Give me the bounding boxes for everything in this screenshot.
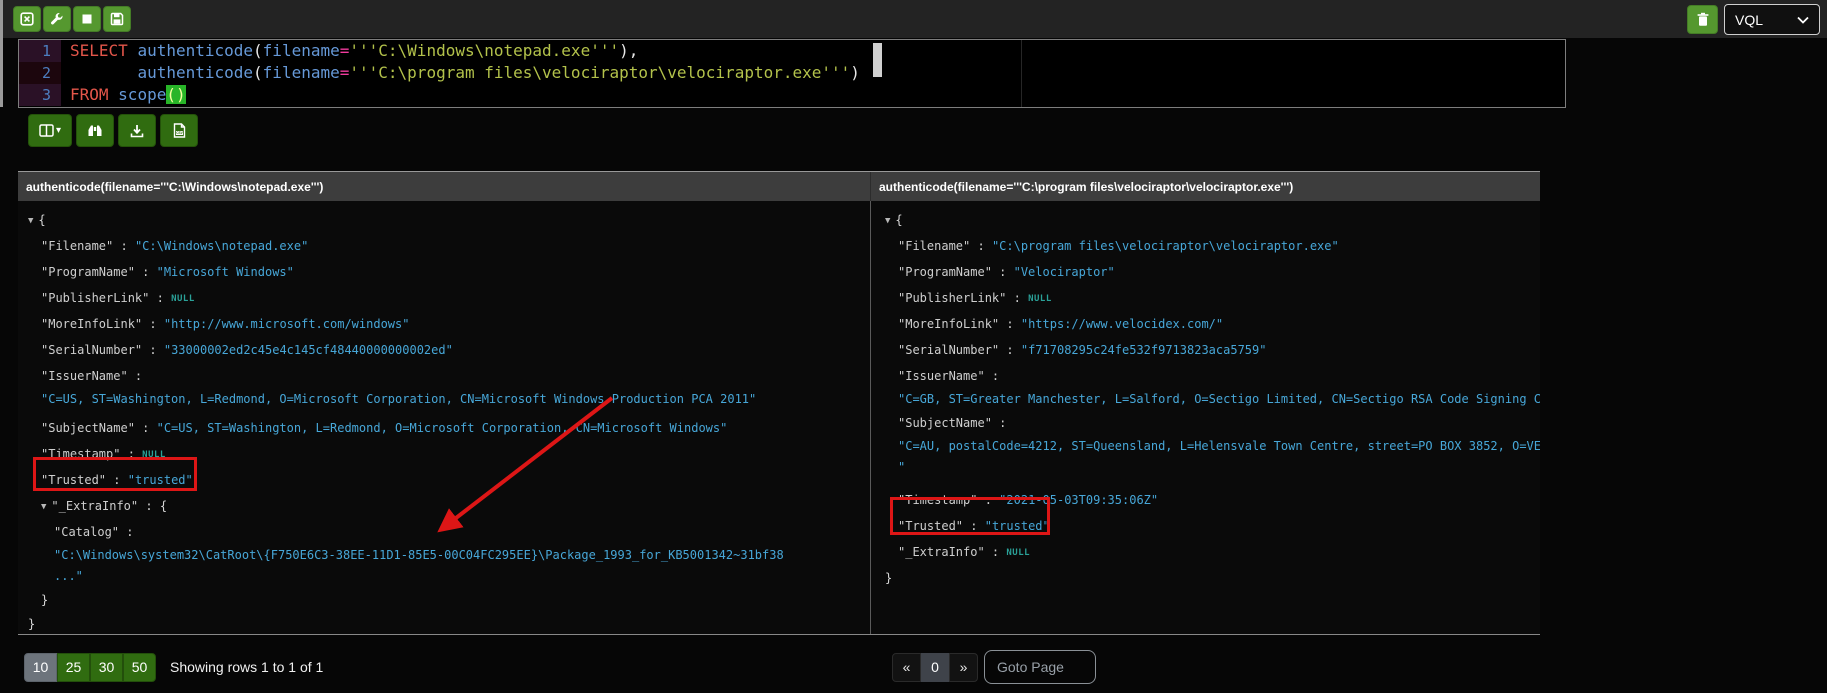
inspect-raw-button[interactable] [76, 114, 114, 147]
json-line: ▼"_ExtraInfo" : { [18, 493, 870, 519]
json-cell-velociraptor: ▼{"Filename" : "C:\program files\velocir… [871, 201, 1540, 634]
results-body: ▼{"Filename" : "C:\Windows\notepad.exe""… [18, 201, 1540, 635]
page-size-group: 10253050 [24, 653, 156, 682]
json-cell-notepad: ▼{"Filename" : "C:\Windows\notepad.exe""… [18, 201, 871, 634]
trash-button[interactable] [1687, 5, 1718, 34]
print-margin [1021, 40, 1022, 107]
editor-lines: 1SELECT authenticode(filename='''C:\Wind… [19, 40, 1565, 106]
editor-code-line: 1SELECT authenticode(filename='''C:\Wind… [19, 40, 1565, 62]
json-line: "C=GB, ST=Greater Manchester, L=Salford,… [875, 389, 1540, 410]
json-line: "MoreInfoLink" : "https://www.velocidex.… [875, 311, 1540, 337]
page-size-button-30[interactable]: 30 [90, 653, 123, 682]
svg-text:CSV: CSV [176, 131, 183, 135]
json-line: "MoreInfoLink" : "http://www.microsoft.c… [18, 311, 870, 337]
current-page-indicator[interactable]: 0 [921, 653, 949, 682]
delete-cell-button[interactable] [13, 6, 41, 32]
velociraptor-notebook-screen: VQL 1SELECT authenticode(filename='''C:\… [0, 0, 1827, 693]
expander-icon[interactable]: ▼ [41, 502, 46, 512]
editor-code-line: 3FROM scope() [19, 84, 1565, 106]
results-header-row: authenticode(filename='''C:\Windows\note… [18, 171, 1540, 201]
json-line: } [18, 587, 870, 611]
json-line: "ProgramName" : "Microsoft Windows" [18, 259, 870, 285]
trash-icon [1696, 12, 1710, 27]
cell-toolbar: VQL [0, 0, 1827, 38]
json-line: "PublisherLink" : NULL [875, 285, 1540, 311]
binoculars-icon [87, 124, 103, 138]
json-line: "Trusted" : "trusted" [875, 513, 1540, 539]
json-line: "C=US, ST=Washington, L=Redmond, O=Micro… [18, 389, 870, 415]
download-csv-button[interactable]: CSV [160, 114, 198, 147]
row-count-status: Showing rows 1 to 1 of 1 [170, 659, 323, 675]
json-line: "Filename" : "C:\program files\velocirap… [875, 233, 1540, 259]
page-size-button-25[interactable]: 25 [57, 653, 90, 682]
csv-file-icon: CSV [173, 123, 186, 138]
stop-button[interactable] [73, 6, 101, 32]
json-line: ▼{ [875, 207, 1540, 233]
line-number: 3 [19, 84, 61, 106]
cell-button-group [13, 6, 131, 32]
wrench-icon [50, 12, 64, 26]
floppy-icon [110, 12, 124, 26]
caret-down-icon: ▾ [56, 125, 61, 136]
notebook-top-right: VQL [1687, 4, 1820, 35]
json-line: " [875, 457, 1540, 487]
page-size-button-10[interactable]: 10 [24, 653, 57, 682]
json-line: "SerialNumber" : "33000002ed2c45e4c145cf… [18, 337, 870, 363]
next-page-button[interactable]: » [949, 653, 978, 682]
page-size-button-50[interactable]: 50 [123, 653, 156, 682]
json-line: "C=AU, postalCode=4212, ST=Queensland, L… [875, 436, 1540, 457]
editor-scrollbar[interactable] [873, 43, 882, 77]
json-line: "SerialNumber" : "f71708295c24fe532f9713… [875, 337, 1540, 363]
prev-page-button[interactable]: « [892, 653, 921, 682]
columns-icon [39, 124, 54, 137]
json-line: "PublisherLink" : NULL [18, 285, 870, 311]
json-line: "SubjectName" : "C=US, ST=Washington, L=… [18, 415, 870, 441]
json-line: ..." [18, 566, 870, 587]
expander-icon[interactable]: ▼ [28, 216, 33, 226]
language-dropdown[interactable]: VQL [1724, 4, 1820, 35]
json-line: "Timestamp" : NULL [18, 441, 870, 467]
json-line: "IssuerName" : [875, 363, 1540, 389]
edit-cell-button[interactable] [43, 6, 71, 32]
json-line: ▼{ [18, 207, 870, 233]
json-line: "SubjectName" : [875, 410, 1540, 436]
chevron-down-icon [1797, 16, 1809, 24]
goto-page-input[interactable] [984, 650, 1096, 684]
pager: « 0 » [892, 653, 978, 682]
language-dropdown-value: VQL [1735, 12, 1763, 28]
stop-square-icon [80, 12, 94, 26]
json-line: "_ExtraInfo" : NULL [875, 539, 1540, 565]
columns-selector-button[interactable]: ▾ [28, 114, 72, 147]
json-line: "Catalog" : [18, 519, 870, 545]
json-line: "Timestamp" : "2021-05-03T09:35:06Z" [875, 487, 1540, 513]
x-square-icon [20, 12, 34, 26]
download-icon [130, 124, 144, 138]
json-line: "C:\Windows\system32\CatRoot\{F750E6C3-3… [18, 545, 870, 566]
download-json-button[interactable] [118, 114, 156, 147]
json-line: "Trusted" : "trusted" [18, 467, 870, 493]
editor-code-line: 2 authenticode(filename='''C:\program fi… [19, 62, 1565, 84]
json-line: "Filename" : "C:\Windows\notepad.exe" [18, 233, 870, 259]
json-line: "IssuerName" : [18, 363, 870, 389]
json-line: "ProgramName" : "Velociraptor" [875, 259, 1540, 285]
expander-icon[interactable]: ▼ [885, 216, 890, 226]
save-button[interactable] [103, 6, 131, 32]
column-header-notepad: authenticode(filename='''C:\Windows\note… [18, 172, 871, 201]
selected-cell-indicator [0, 0, 3, 107]
json-line: } [18, 611, 870, 634]
results-toolbar: ▾ CSV [28, 114, 198, 147]
json-line: } [875, 565, 1540, 589]
column-header-velociraptor: authenticode(filename='''C:\program file… [871, 172, 1540, 201]
line-number: 2 [19, 62, 61, 84]
line-number: 1 [19, 40, 61, 62]
vql-editor[interactable]: 1SELECT authenticode(filename='''C:\Wind… [18, 39, 1566, 108]
